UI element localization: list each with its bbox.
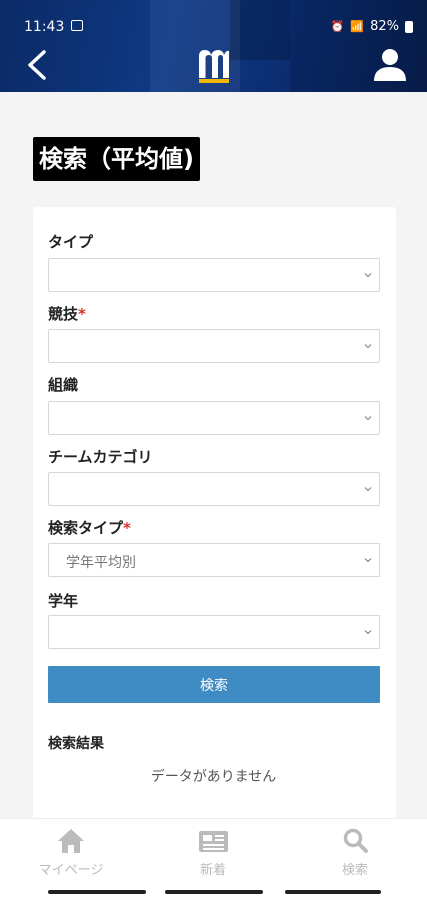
team-category-label-text: チームカテゴリ — [48, 448, 153, 466]
search-button[interactable]: 検索 — [48, 666, 380, 703]
chevron-down-icon — [364, 630, 372, 635]
nav-item-news[interactable]: 新着 — [142, 819, 284, 885]
chevron-down-icon — [364, 558, 372, 563]
status-bar: 11:43 ⏰ 📶 82% — [0, 0, 427, 38]
alarm-icon: ⏰ — [330, 20, 345, 33]
organization-label: 組織 — [48, 374, 78, 395]
home-icon — [58, 829, 84, 853]
chevron-down-icon — [364, 344, 372, 349]
nav-label-mypage: マイページ — [38, 863, 104, 878]
search-type-label: 検索タイプ* — [48, 517, 131, 538]
gesture-handle — [285, 890, 381, 894]
nav-label-news: 新着 — [199, 863, 226, 878]
organization-label-text: 組織 — [48, 376, 79, 394]
m-logo-icon — [199, 50, 229, 83]
sport-select[interactable] — [48, 329, 380, 363]
wifi-icon: 📶 — [350, 20, 365, 33]
status-icons: ⏰ 📶 82% — [331, 19, 413, 34]
search-type-select[interactable]: 学年平均別 — [48, 543, 380, 577]
nav-item-mypage[interactable]: マイページ — [0, 819, 142, 885]
back-button[interactable] — [24, 48, 54, 82]
chevron-left-icon — [28, 50, 46, 80]
app-header: 11:43 ⏰ 📶 82% — [0, 0, 427, 92]
nav-item-search[interactable]: 検索 — [284, 819, 426, 885]
page-title: 検索（平均値) — [33, 137, 200, 181]
type-label-text: タイプ — [48, 233, 94, 251]
search-icon — [343, 828, 368, 853]
sport-label-text: 競技 — [48, 305, 79, 323]
chevron-down-icon — [364, 416, 372, 421]
news-icon — [199, 831, 228, 852]
gesture-handle — [48, 890, 146, 894]
required-mark: * — [123, 519, 131, 537]
grade-label-text: 学年 — [48, 592, 79, 610]
grade-label: 学年 — [48, 590, 78, 611]
type-select[interactable] — [48, 258, 380, 292]
grade-select[interactable] — [48, 615, 380, 649]
organization-select[interactable] — [48, 401, 380, 435]
team-category-label: チームカテゴリ — [48, 446, 153, 467]
chevron-down-icon — [364, 487, 372, 492]
status-time: 11:43 — [24, 19, 65, 35]
user-icon[interactable] — [372, 46, 408, 82]
results-heading: 検索結果 — [48, 736, 104, 752]
search-type-select-value: 学年平均別 — [66, 555, 136, 571]
chevron-down-icon — [364, 273, 372, 278]
type-label: タイプ — [48, 231, 93, 252]
bottom-nav: マイページ 新着 検索 — [0, 818, 427, 885]
system-gesture-bar — [0, 884, 427, 900]
required-mark: * — [78, 305, 86, 323]
sport-label: 競技* — [48, 303, 86, 324]
search-type-label-text: 検索タイプ — [48, 519, 124, 537]
no-data-message: データがありません — [150, 769, 277, 785]
gallery-notification-icon — [71, 20, 83, 31]
nav-label-search: 検索 — [341, 863, 368, 878]
team-category-select[interactable] — [48, 472, 380, 506]
battery-percent: 82% — [370, 19, 399, 34]
gesture-handle — [165, 890, 263, 894]
battery-icon — [405, 20, 413, 33]
